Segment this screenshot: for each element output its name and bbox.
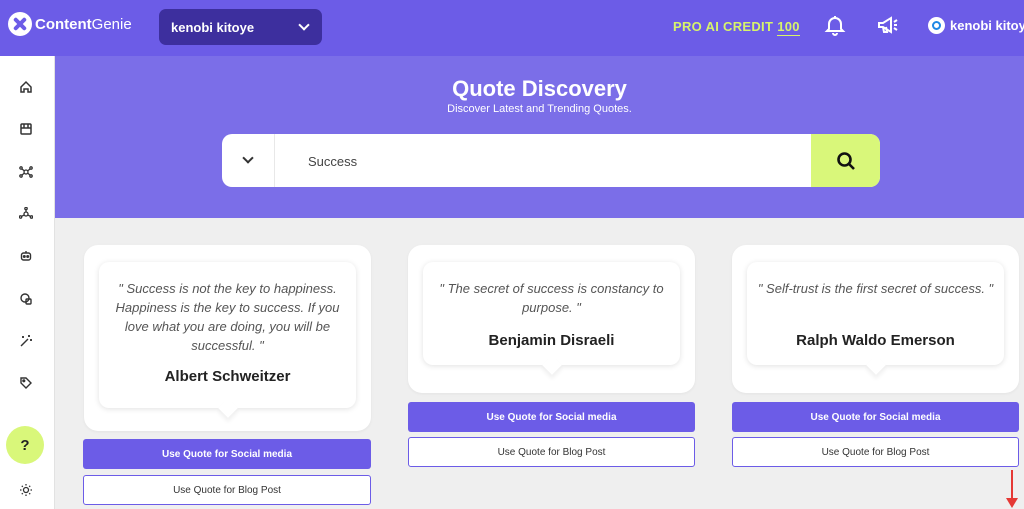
- workspace-selector[interactable]: kenobi kitoye: [159, 9, 322, 45]
- quote-card: " Self-trust is the first secret of succ…: [732, 245, 1019, 393]
- search-input[interactable]: [308, 150, 788, 172]
- sidebar: ?: [0, 56, 55, 509]
- help-button[interactable]: ?: [6, 426, 44, 464]
- shapes-icon[interactable]: [17, 290, 34, 307]
- ai-credit: PRO AI CREDIT 100: [673, 19, 800, 36]
- quote-bubble: " Success is not the key to happiness. H…: [99, 262, 356, 408]
- use-quote-social-button[interactable]: Use Quote for Social media: [83, 439, 371, 469]
- robot-icon[interactable]: [17, 247, 34, 264]
- logo-text: ContentGenie: [35, 15, 132, 33]
- quote-bubble: " The secret of success is constancy to …: [423, 262, 680, 365]
- nodes-icon[interactable]: [17, 205, 34, 222]
- megaphone-icon[interactable]: [876, 14, 900, 41]
- credit-label: PRO AI CREDIT: [673, 19, 774, 34]
- use-quote-blog-button[interactable]: Use Quote for Blog Post: [732, 437, 1019, 467]
- search-bar: [222, 134, 880, 187]
- page-subtitle: Discover Latest and Trending Quotes.: [447, 103, 632, 115]
- quote-author: Ralph Waldo Emerson: [796, 332, 955, 349]
- hero-banner: Quote Discovery Discover Latest and Tren…: [55, 56, 1024, 218]
- chevron-down-icon: [298, 19, 310, 31]
- search-icon: [836, 151, 855, 170]
- user-menu[interactable]: kenobi kitoye: [928, 17, 1024, 34]
- quote-bubble: " Self-trust is the first secret of succ…: [747, 262, 1004, 365]
- top-bar: ContentGenie kenobi kitoye PRO AI CREDIT…: [0, 0, 1024, 56]
- quote-author: Albert Schweitzer: [164, 368, 291, 385]
- use-quote-social-button[interactable]: Use Quote for Social media: [408, 402, 695, 432]
- sun-icon[interactable]: [17, 481, 34, 498]
- page-title: Quote Discovery: [452, 76, 627, 101]
- workspace-name: kenobi kitoye: [171, 19, 255, 35]
- credit-value: 100: [777, 19, 800, 36]
- logo-icon: [8, 12, 32, 36]
- magic-wand-icon[interactable]: [17, 332, 34, 349]
- quote-text: " Self-trust is the first secret of succ…: [757, 281, 994, 296]
- scroll-down-arrow-icon: [1006, 470, 1018, 509]
- quote-text: " Success is not the key to happiness. H…: [115, 281, 340, 353]
- quote-author: Benjamin Disraeli: [488, 332, 615, 349]
- user-name: kenobi kitoye: [950, 18, 1024, 33]
- tag-icon[interactable]: [17, 374, 34, 391]
- search-button[interactable]: [811, 134, 880, 187]
- home-icon[interactable]: [17, 78, 34, 95]
- use-quote-social-button[interactable]: Use Quote for Social media: [732, 402, 1019, 432]
- search-category-dropdown[interactable]: [222, 134, 275, 187]
- avatar: [928, 17, 945, 34]
- use-quote-blog-button[interactable]: Use Quote for Blog Post: [408, 437, 695, 467]
- chevron-down-icon: [242, 152, 254, 164]
- notification-bell-icon[interactable]: [824, 14, 846, 41]
- use-quote-blog-button[interactable]: Use Quote for Blog Post: [83, 475, 371, 505]
- store-icon[interactable]: [17, 120, 34, 137]
- network-icon[interactable]: [17, 163, 34, 180]
- quote-card: " The secret of success is constancy to …: [408, 245, 695, 393]
- quote-text: " The secret of success is constancy to …: [439, 281, 664, 315]
- quote-card: " Success is not the key to happiness. H…: [84, 245, 371, 431]
- logo[interactable]: ContentGenie: [8, 12, 132, 36]
